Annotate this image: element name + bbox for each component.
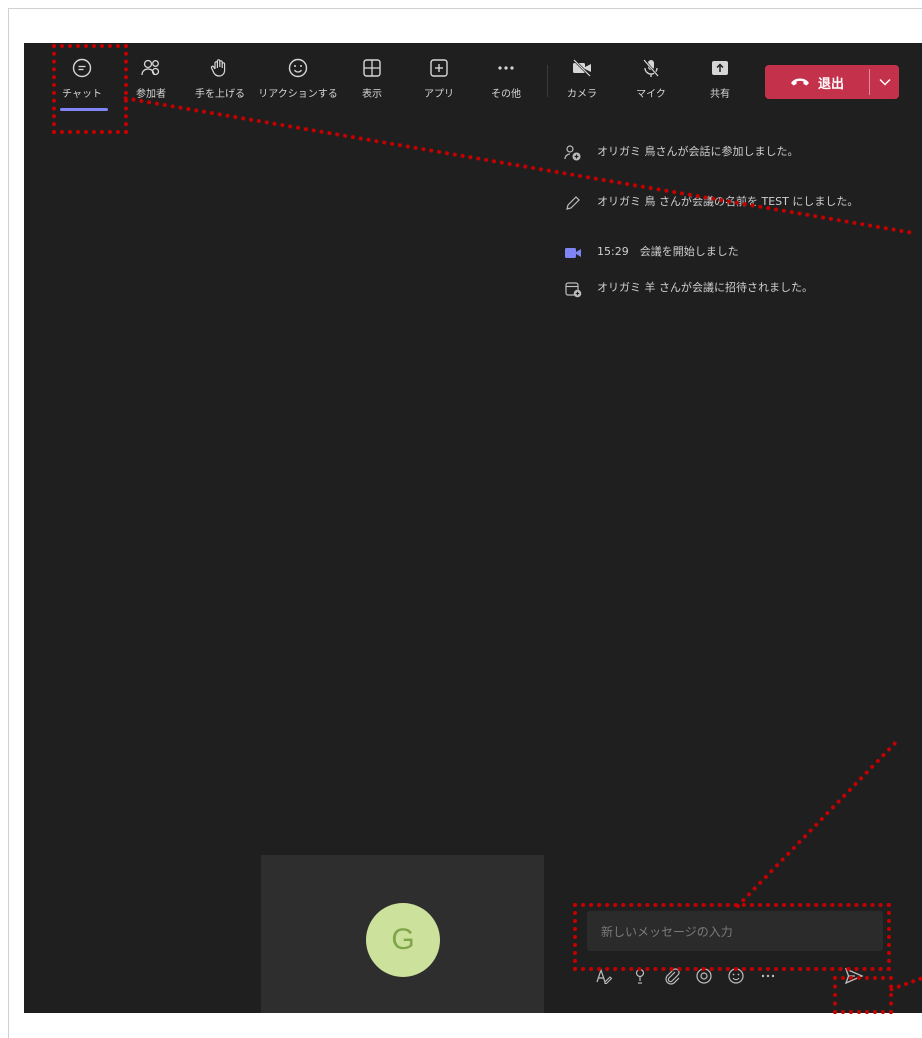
video-camera-icon [565,248,581,258]
camera-label: カメラ [567,89,597,100]
participant-video-tile[interactable]: G [261,855,544,1013]
more-label: その他 [491,89,521,100]
leave-options-button[interactable] [870,65,899,99]
people-icon [141,59,160,76]
mic-off-icon [643,59,659,77]
annotation-box-chat [52,44,128,134]
smiley-icon [288,58,308,78]
mic-label: マイク [636,89,666,100]
meeting-chat-panel: オリガミ 鳥さんが会話に参加しました。 オリガミ 鳥 さんが会議の名前を TES… [551,119,922,1013]
leave-button[interactable]: 退出 [765,65,869,99]
share-screen-icon [712,61,728,75]
mic-button[interactable]: マイク [611,57,691,100]
reactions-label: リアクションする [258,89,338,100]
share-button[interactable]: 共有 [680,57,760,100]
raise-hand-label: 手を上げる [195,89,245,100]
share-label: 共有 [710,89,730,100]
chat-event: オリガミ 鳥さんが会話に参加しました。 [564,143,891,161]
raise-hand-button[interactable]: 手を上げる [180,57,260,100]
hang-up-icon [790,78,809,86]
teams-meeting-window: チャット 参加者 手を上げる リアクションする 表示 アプリ その他 カメラ マ… [24,43,922,1013]
more-button[interactable]: その他 [466,57,546,100]
annotation-box-send [833,976,893,1014]
hand-icon [210,59,226,77]
chat-event: オリガミ 羊 さんが会議に招待されました。 [565,279,891,298]
grid-view-icon [363,59,381,77]
calendar-invite-icon [565,282,582,298]
leave-button-group: 退出 [765,65,899,99]
leave-label: 退出 [817,76,844,92]
add-app-icon [430,59,448,77]
more-icon [498,66,514,70]
chat-event: 15:29 会議を開始しました [565,243,891,260]
pencil-icon [566,196,580,210]
meeting-stage: G [24,119,551,1013]
annotation-box-message-input [573,903,891,971]
chat-event-text: オリガミ 羊 さんが会議に招待されました。 [597,281,813,294]
chat-event-text: オリガミ 鳥さんが会話に参加しました。 [597,145,799,158]
chevron-down-icon [878,78,891,86]
avatar: G [366,903,440,977]
meeting-toolbar: チャット 参加者 手を上げる リアクションする 表示 アプリ その他 カメラ マ… [24,43,922,119]
reactions-button[interactable]: リアクションする [258,57,338,100]
camera-button[interactable]: カメラ [542,57,622,100]
person-add-icon [564,145,581,161]
camera-off-icon [573,59,591,77]
chat-event-text: 15:29 会議を開始しました [597,245,739,258]
